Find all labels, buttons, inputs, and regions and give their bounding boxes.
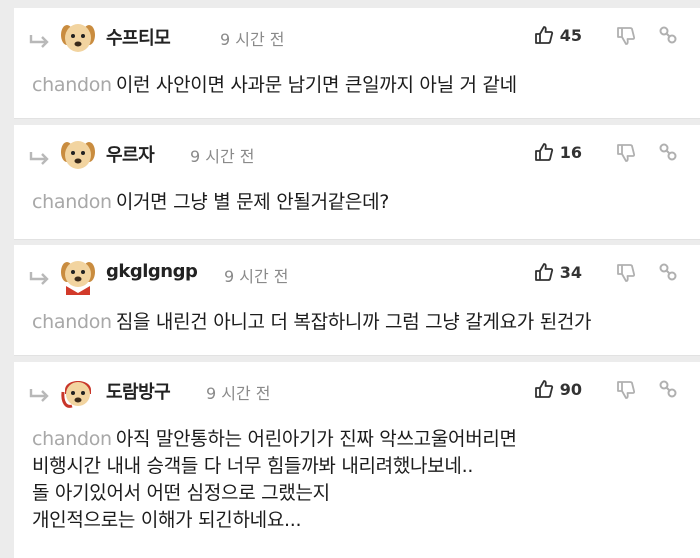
comment-time: 9 시간 전	[190, 147, 255, 166]
thumbs-up-icon	[534, 380, 553, 398]
comment-time: 9 시간 전	[220, 30, 285, 49]
puppy-avatar-icon	[61, 24, 95, 52]
like-button[interactable]: 34	[534, 262, 582, 282]
like-count: 90	[559, 379, 582, 399]
comment-line: chandon 짐을 내린건 아니고 더 복잡하니까 그럼 그냥 갈게요가 된건가	[32, 309, 690, 336]
comment-line: 개인적으로는 이해가 되긴하네요...	[32, 509, 302, 531]
comment-author[interactable]: 수프티모	[106, 24, 171, 50]
comment-header: gkglgngp 9 시간 전 34	[14, 245, 700, 305]
like-button[interactable]: 90	[534, 379, 582, 399]
comment-header: 도람방구 9 시간 전 90	[14, 362, 700, 422]
like-count: 34	[559, 262, 582, 282]
comment-author[interactable]: 도람방구	[106, 378, 171, 404]
reply-arrow-icon	[29, 272, 49, 285]
comment-author[interactable]: gkglgngp	[106, 261, 198, 282]
like-button[interactable]: 45	[534, 25, 582, 45]
thumbs-up-icon	[534, 143, 553, 161]
comment-line: 비행시간 내내 승객들 다 너무 힘들까봐 내리려했나보네..	[32, 455, 474, 477]
like-count: 45	[559, 25, 582, 45]
comment-header: 수프티모 9 시간 전 45	[14, 8, 700, 68]
comment-text: chandon 짐을 내린건 아니고 더 복잡하니까 그럼 그냥 갈게요가 된건가	[32, 309, 690, 336]
comment-text: chandon 이거면 그냥 별 문제 안될거같은데?	[32, 189, 690, 216]
puppy-avatar-icon	[61, 261, 95, 295]
like-button[interactable]: 16	[534, 142, 582, 162]
thumbs-down-icon[interactable]	[616, 26, 636, 46]
comment-item: 도람방구 9 시간 전 90 chandon 아직 말안통하는 어린아기가 진짜 …	[14, 362, 700, 558]
comment-line-text: 짐을 내린건 아니고 더 복잡하니까 그럼 그냥 갈게요가 된건가	[115, 311, 592, 333]
comment-line: 돌 아기있어서 어떤 심정으로 그랬는지	[32, 482, 330, 504]
thumbs-down-icon[interactable]	[616, 380, 636, 400]
mention-link[interactable]: chandon	[32, 311, 112, 333]
comment-item: gkglgngp 9 시간 전 34 chandon 짐을 내린건 아니고 더 복…	[14, 245, 700, 356]
comment-item: 우르자 9 시간 전 16 chandon 이거면 그냥 별 문제 안될거같은데?	[14, 125, 700, 240]
comment-line-text: 이런 사안이면 사과문 남기면 큰일까지 아닐 거 같네	[115, 74, 517, 96]
link-icon[interactable]	[658, 25, 678, 45]
like-count: 16	[559, 142, 582, 162]
mention-link[interactable]: chandon	[32, 191, 112, 213]
comment-text: chandon 이런 사안이면 사과문 남기면 큰일까지 아닐 거 같네	[32, 72, 690, 99]
reply-arrow-icon	[29, 152, 49, 165]
thumbs-up-icon	[534, 263, 553, 281]
puppy-avatar-icon	[61, 141, 95, 169]
link-icon[interactable]	[658, 142, 678, 162]
comment-time: 9 시간 전	[224, 267, 289, 286]
comment-header: 우르자 9 시간 전 16	[14, 125, 700, 185]
mention-link[interactable]: chandon	[32, 74, 112, 96]
thumbs-up-icon	[534, 26, 553, 44]
comment-author[interactable]: 우르자	[106, 141, 155, 167]
comment-list: 수프티모 9 시간 전 45 chandon 이런 사안이면 사과문 남기면 큰일…	[0, 0, 700, 558]
link-icon[interactable]	[658, 379, 678, 399]
mention-link[interactable]: chandon	[32, 428, 112, 450]
reply-arrow-icon	[29, 35, 49, 48]
comment-line: chandon 아직 말안통하는 어린아기가 진짜 악쓰고울어버리면	[32, 426, 690, 453]
comment-line: chandon 이거면 그냥 별 문제 안될거같은데?	[32, 189, 690, 216]
thumbs-down-icon[interactable]	[616, 263, 636, 283]
comment-text: chandon 아직 말안통하는 어린아기가 진짜 악쓰고울어버리면 비행시간 내…	[32, 426, 690, 534]
comment-time: 9 시간 전	[206, 384, 271, 403]
comment-item: 수프티모 9 시간 전 45 chandon 이런 사안이면 사과문 남기면 큰일…	[14, 8, 700, 119]
thumbs-down-icon[interactable]	[616, 143, 636, 163]
reply-arrow-icon	[29, 389, 49, 402]
comment-line-text: 아직 말안통하는 어린아기가 진짜 악쓰고울어버리면	[115, 428, 517, 450]
comment-line-text: 이거면 그냥 별 문제 안될거같은데?	[115, 191, 390, 213]
puppy-avatar-icon	[61, 381, 91, 408]
link-icon[interactable]	[658, 262, 678, 282]
comment-line: chandon 이런 사안이면 사과문 남기면 큰일까지 아닐 거 같네	[32, 72, 690, 99]
